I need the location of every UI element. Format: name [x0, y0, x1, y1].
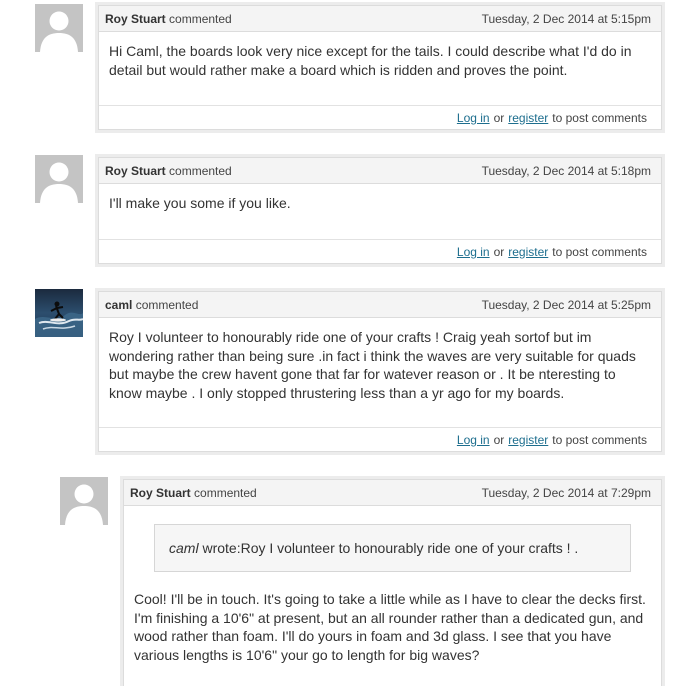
- comment-footer: Log in or register to post comments: [99, 105, 661, 129]
- comment-header: caml commented Tuesday, 2 Dec 2014 at 5:…: [99, 292, 661, 318]
- quote-block: caml wrote:Roy I volunteer to honourably…: [154, 524, 631, 572]
- comment-footer: Log in or register to post comments: [99, 239, 661, 263]
- login-link[interactable]: Log in: [457, 433, 490, 447]
- comment-author[interactable]: Roy Stuart: [105, 164, 166, 178]
- quote-text: wrote:Roy I volunteer to honourably ride…: [202, 540, 579, 556]
- comment-body: Hi Caml, the boards look very nice excep…: [109, 43, 632, 78]
- quote-author: caml: [169, 540, 199, 556]
- comment-author[interactable]: caml: [105, 298, 132, 312]
- comment-date: Tuesday, 2 Dec 2014 at 5:18pm: [481, 163, 651, 178]
- comment-author[interactable]: Roy Stuart: [105, 12, 166, 26]
- post-comments-text: to post comments: [552, 244, 647, 259]
- comment-date: Tuesday, 2 Dec 2014 at 5:15pm: [481, 11, 651, 26]
- comment-box: caml commented Tuesday, 2 Dec 2014 at 5:…: [98, 291, 662, 452]
- comment-body: Cool! I'll be in touch. It's going to ta…: [134, 591, 646, 663]
- comment-header: Roy Stuart commented Tuesday, 2 Dec 2014…: [99, 158, 661, 184]
- comment-verb: commented: [169, 11, 232, 26]
- register-link[interactable]: register: [508, 245, 548, 259]
- comment-verb: commented: [135, 297, 199, 312]
- comment-header: Roy Stuart commented Tuesday, 2 Dec 2014…: [99, 6, 661, 32]
- comment-verb: commented: [194, 485, 257, 500]
- default-user-icon: [35, 155, 83, 203]
- comment-footer: Log in or register to post comments: [99, 427, 661, 451]
- post-comments-text: to post comments: [552, 432, 647, 447]
- comment-body: I'll make you some if you like.: [109, 195, 291, 211]
- surfer-photo: [35, 289, 83, 337]
- comment-box: Roy Stuart commented Tuesday, 2 Dec 2014…: [98, 5, 662, 130]
- or-text: or: [493, 432, 505, 447]
- comment-author[interactable]: Roy Stuart: [130, 486, 191, 500]
- or-text: or: [493, 244, 505, 259]
- register-link[interactable]: register: [508, 111, 548, 125]
- login-link[interactable]: Log in: [457, 111, 490, 125]
- default-user-icon: [35, 4, 83, 52]
- comment-date: Tuesday, 2 Dec 2014 at 7:29pm: [481, 485, 651, 500]
- or-text: or: [493, 110, 505, 125]
- login-link[interactable]: Log in: [457, 245, 490, 259]
- post-comments-text: to post comments: [552, 110, 647, 125]
- comment-box: Roy Stuart commented Tuesday, 2 Dec 2014…: [123, 479, 662, 686]
- comment-header: Roy Stuart commented Tuesday, 2 Dec 2014…: [124, 480, 661, 506]
- comment-date: Tuesday, 2 Dec 2014 at 5:25pm: [481, 297, 651, 312]
- default-user-icon: [60, 477, 108, 525]
- register-link[interactable]: register: [508, 433, 548, 447]
- comment-box: Roy Stuart commented Tuesday, 2 Dec 2014…: [98, 157, 662, 264]
- comment-body: Roy I volunteer to honourably ride one o…: [109, 329, 636, 401]
- comment-verb: commented: [169, 163, 232, 178]
